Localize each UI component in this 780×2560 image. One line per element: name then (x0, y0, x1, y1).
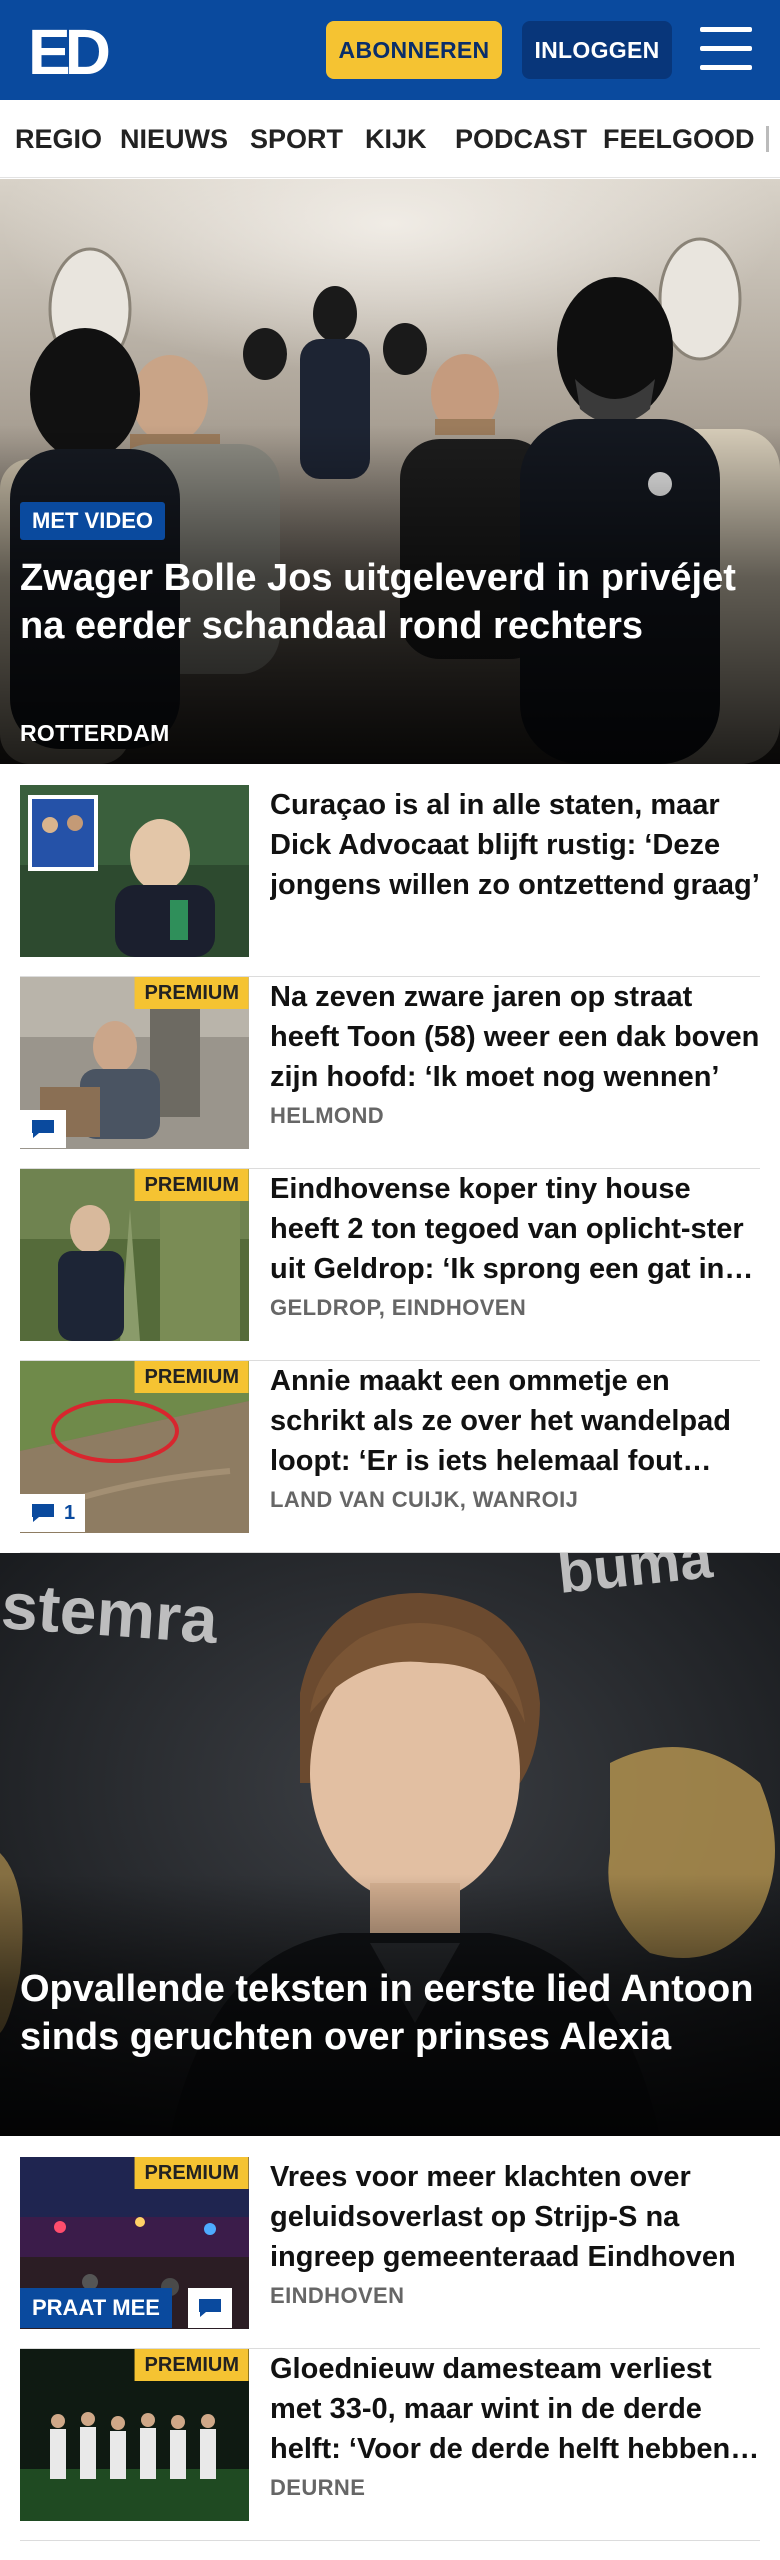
hero-article[interactable]: MET VIDEO Zwager Bolle Jos uitgeleverd i… (0, 179, 780, 764)
comment-badge[interactable]: 1 (20, 1494, 86, 1532)
nav-item-sport[interactable]: SPORT (250, 100, 343, 177)
premium-badge: PREMIUM (134, 1169, 249, 1201)
article-location: GELDROP, EINDHOVEN (270, 1295, 527, 1320)
premium-badge: PREMIUM (134, 977, 249, 1009)
list-item[interactable]: PREMIUM 1 Annie maakt een ommetje en sch… (20, 1361, 760, 1553)
list-item[interactable]: PREMIUM Gloednieuw damesteam verliest me… (20, 2349, 760, 2541)
comment-icon (199, 2299, 221, 2317)
hamburger-menu-icon[interactable] (700, 27, 752, 71)
list-item[interactable]: Curaçao is al in alle staten, maar Dick … (20, 785, 760, 977)
ed-logo[interactable]: ED (28, 20, 114, 80)
article-headline[interactable]: Eindhovense koper tiny house heeft 2 ton… (270, 1169, 760, 1289)
article-headline[interactable]: Gloednieuw damesteam verliest met 33-0, … (270, 2349, 760, 2469)
list-item[interactable]: PREMIUM PRAAT MEE Vrees voor meer klacht… (20, 2157, 760, 2349)
nav-item-regio[interactable]: REGIO (15, 100, 102, 177)
article-thumbnail (20, 785, 249, 957)
nav-item-podcast[interactable]: PODCAST (455, 100, 587, 177)
section-nav: REGIO NIEUWS SPORT KIJK PODCAST FEELGOOD (0, 100, 780, 178)
login-button[interactable]: INLOGGEN (522, 21, 672, 79)
nav-scroll-hint (766, 126, 769, 152)
premium-badge: PREMIUM (134, 2157, 249, 2189)
premium-badge: PREMIUM (134, 1361, 249, 1393)
hero-headline[interactable]: Opvallende teksten in eerste lied Antoon… (20, 1965, 760, 2061)
hero-article-secondary[interactable]: stemra buma Opvallende teksten in eerste… (0, 1553, 780, 2136)
comment-count: 1 (64, 1501, 76, 1524)
hero-headline[interactable]: Zwager Bolle Jos uitgeleverd in privéjet… (20, 554, 760, 650)
comment-badge[interactable] (20, 1110, 66, 1148)
article-headline[interactable]: Annie maakt een ommetje en schrikt als z… (270, 1361, 760, 1481)
praat-mee-badge[interactable]: PRAAT MEE (20, 2288, 172, 2328)
list-item[interactable]: PREMIUM Na zeven zware jaren op straat h… (20, 977, 760, 1169)
article-headline[interactable]: Na zeven zware jaren op straat heeft Too… (270, 977, 760, 1097)
backdrop-word-left: stemra (0, 1568, 221, 1657)
nav-item-feelgood[interactable]: FEELGOOD (603, 100, 755, 177)
nav-item-nieuws[interactable]: NIEUWS (120, 100, 228, 177)
comment-icon (32, 1504, 54, 1522)
comment-icon-badge[interactable] (188, 2288, 232, 2328)
article-location: DEURNE (270, 2475, 366, 2500)
logo-text: ED (28, 20, 109, 80)
top-header: ED ABONNEREN INLOGGEN (0, 0, 780, 100)
premium-badge: PREMIUM (134, 2349, 249, 2381)
hero-location: ROTTERDAM (20, 720, 170, 746)
article-location: HELMOND (270, 1103, 385, 1128)
nav-item-kijk[interactable]: KIJK (365, 100, 427, 177)
article-location: LAND VAN CUIJK, WANROIJ (270, 1487, 579, 1512)
video-badge: MET VIDEO (20, 502, 166, 540)
article-headline[interactable]: Vrees voor meer klachten over geluidsove… (270, 2157, 760, 2277)
comment-icon (32, 1120, 54, 1138)
article-headline[interactable]: Curaçao is al in alle staten, maar Dick … (270, 785, 760, 905)
article-location: EINDHOVEN (270, 2283, 405, 2308)
list-item[interactable]: PREMIUM Eindhovense koper tiny house hee… (20, 1169, 760, 1361)
subscribe-button[interactable]: ABONNEREN (326, 21, 502, 79)
